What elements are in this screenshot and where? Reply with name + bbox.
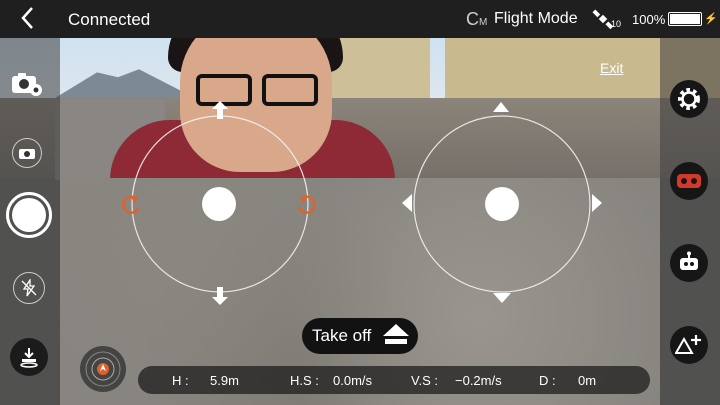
vr-headset-icon[interactable] [670,162,708,200]
shutter-button-icon[interactable] [6,192,52,238]
camera-settings-icon[interactable] [10,68,46,100]
telemetry-bar: H : 5.9m H.S : 0.0m/s V.S : −0.2m/s D : … [138,366,650,394]
throttle-down-icon[interactable] [210,286,230,306]
battery-icon [668,12,702,26]
rotate-left-icon[interactable] [118,192,144,218]
takeoff-button[interactable]: Take off [302,318,418,354]
building-left [330,38,430,103]
exit-link[interactable]: Exit [600,60,623,76]
charging-icon: ⚡ [704,13,718,25]
throttle-up-icon[interactable] [210,100,230,120]
distance-label: D : [539,373,556,388]
add-shape-icon[interactable] [670,326,708,364]
height-label: H : [172,373,189,388]
chevron-left-icon[interactable] [20,6,34,36]
takeoff-label: Take off [312,326,372,345]
takeoff-icon [381,322,411,351]
top-status-bar: Connected CM Flight Mode 10 100% ⚡ [0,0,720,38]
roll-left-icon[interactable] [400,193,414,213]
height-value: 5.9m [210,373,239,388]
camera-switch-icon[interactable] [12,138,42,168]
pitch-forward-icon[interactable] [492,100,510,114]
flash-off-icon[interactable] [13,272,45,304]
left-joystick-knob[interactable] [202,187,236,221]
landing-icon[interactable] [10,338,48,376]
battery-percent: 100% [632,12,666,27]
roll-right-icon[interactable] [590,193,604,213]
distance-value: 0m [578,373,597,388]
mode-indicator: CM [466,9,488,29]
right-joystick-knob[interactable] [485,187,519,221]
pitch-backward-icon[interactable] [492,291,512,305]
rotate-right-icon[interactable] [294,192,320,218]
hspeed-value: 0.0m/s [333,373,373,388]
robot-icon[interactable] [670,244,708,282]
hspeed-label: H.S : [290,373,319,388]
gear-icon[interactable] [670,80,708,118]
flight-mode-label: Flight Mode [494,10,578,27]
vspeed-label: V.S : [411,373,438,388]
vspeed-value: −0.2m/s [455,373,502,388]
compass-icon[interactable] [80,346,126,392]
satellite-count: 10 [611,19,622,29]
connection-status: Connected [68,10,151,29]
